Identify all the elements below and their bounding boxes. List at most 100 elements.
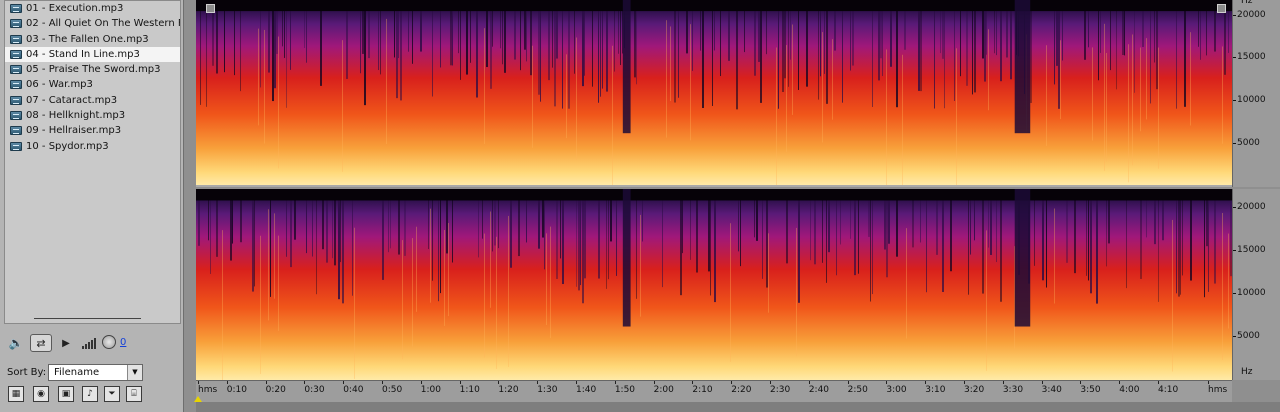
audio-file-icon: [10, 111, 22, 121]
time-tick: 1:20: [498, 381, 519, 395]
time-tick: 2:30: [770, 381, 791, 395]
audio-file-icon: [10, 4, 22, 13]
audio-file-icon: [10, 34, 22, 44]
hz-tick: 20000: [1233, 10, 1266, 20]
hz-tick: 15000: [1233, 52, 1266, 62]
audio-file-icon: [10, 19, 22, 29]
speaker-icon[interactable]: 🔈: [9, 336, 24, 350]
time-tick: 1:00: [420, 381, 442, 395]
time-tick: 3:30: [1002, 381, 1024, 395]
time-tick: 3:50: [1080, 381, 1101, 395]
film-icon[interactable]: ▣: [58, 386, 74, 402]
quiet-section: [622, 189, 631, 327]
file-name: 09 - Hellraiser.mp3: [26, 125, 122, 137]
time-tick: 0:10: [226, 381, 248, 395]
hz-unit-label: Hz: [1241, 0, 1253, 6]
time-tick: 1:50: [614, 381, 636, 395]
loop-button[interactable]: ⇄: [30, 334, 52, 352]
file-name: 04 - Stand In Line.mp3: [26, 48, 140, 60]
audio-file-icon: [10, 126, 22, 136]
time-tick: 1:10: [459, 381, 480, 395]
spectrogram-right-channel[interactable]: [196, 189, 1232, 380]
audio-file-icon: [10, 65, 22, 75]
time-tick: 3:00: [886, 381, 907, 395]
audio-file-icon: [10, 141, 22, 151]
volume-knob[interactable]: [102, 335, 116, 349]
volume-level-icon: [82, 336, 100, 350]
sort-select[interactable]: Filename ▼: [48, 364, 143, 381]
file-name: 06 - War.mp3: [26, 79, 93, 91]
time-unit-label: hms: [1208, 381, 1228, 395]
audio-file-icon: [10, 49, 22, 59]
file-name: 05 - Praise The Sword.mp3: [26, 64, 161, 76]
preview-player: 🔈 ⇄ ▶ 0: [4, 332, 181, 354]
time-tick: 0:50: [382, 381, 403, 395]
cassette-icon[interactable]: ⌸: [126, 386, 142, 402]
hz-tick: 10000: [1233, 95, 1266, 105]
file-name: 10 - Spydor.mp3: [26, 140, 109, 152]
time-tick: 2:50: [847, 381, 868, 395]
loop-icon: ⇄: [36, 336, 46, 350]
time-tick: 2:20: [731, 381, 752, 395]
file-list[interactable]: 01 - Execution.mp3 02 - All Quiet On The …: [4, 0, 181, 324]
file-list-item[interactable]: 03 - The Fallen One.mp3: [5, 32, 180, 47]
file-browser-panel: 01 - Execution.mp3 02 - All Quiet On The …: [0, 0, 184, 412]
hz-unit-label: Hz: [1241, 367, 1253, 377]
file-list-item[interactable]: 09 - Hellraiser.mp3: [5, 123, 180, 138]
file-list-item[interactable]: 07 - Cataract.mp3: [5, 93, 180, 108]
time-tick: 3:10: [925, 381, 946, 395]
record-icon[interactable]: ◉: [33, 386, 49, 402]
browser-toolbar: ▦ ◉ ▣ ♪ ⏷ ⌸: [4, 386, 181, 404]
file-list-item[interactable]: 01 - Execution.mp3: [5, 1, 180, 16]
time-tick: 4:00: [1119, 381, 1140, 395]
frequency-ruler-bottom[interactable]: 20000 15000 10000 5000 Hz: [1232, 189, 1280, 380]
file-name: 02 - All Quiet On The Western Front.mp3: [26, 18, 180, 30]
time-tick: 4:10: [1158, 381, 1179, 395]
zoom-corner-button[interactable]: [1217, 4, 1226, 13]
file-name: 07 - Cataract.mp3: [26, 94, 118, 106]
file-list-item[interactable]: 04 - Stand In Line.mp3: [5, 46, 180, 63]
zoom-corner-button[interactable]: [206, 4, 215, 13]
hz-tick: 15000: [1233, 245, 1266, 255]
time-tick: 1:30: [537, 381, 558, 395]
sort-label: Sort By:: [7, 367, 47, 378]
audio-file-icon: [10, 80, 22, 90]
file-list-item[interactable]: 10 - Spydor.mp3: [5, 139, 180, 154]
time-tick: 0:40: [343, 381, 364, 395]
time-ruler[interactable]: hms 0:10 0:20 0:30 0:40 0:50 1:00 1:10 1:20 1:30…: [196, 380, 1232, 402]
sort-row: Sort By: Filename ▼: [4, 364, 181, 382]
time-tick: 0:30: [304, 381, 325, 395]
waveform-icon[interactable]: ▦: [8, 386, 24, 402]
audio-file-icon: [10, 95, 22, 105]
file-name: 08 - Hellknight.mp3: [26, 110, 126, 122]
play-icon: ▶: [62, 337, 70, 349]
time-tick: 1:40: [576, 381, 597, 395]
file-list-item[interactable]: 05 - Praise The Sword.mp3: [5, 62, 180, 77]
file-name: 01 - Execution.mp3: [26, 3, 124, 14]
horizontal-scrollbar[interactable]: [196, 402, 1280, 412]
hz-tick: 10000: [1233, 288, 1266, 298]
time-tick: 2:00: [653, 381, 674, 395]
file-list-item[interactable]: 08 - Hellknight.mp3: [5, 108, 180, 123]
time-unit-label: hms: [198, 381, 218, 395]
chevron-down-icon[interactable]: ▼: [127, 365, 142, 380]
time-tick: 3:20: [964, 381, 985, 395]
time-tick: 3:40: [1041, 381, 1062, 395]
time-tick: 2:10: [692, 381, 713, 395]
file-list-item[interactable]: 06 - War.mp3: [5, 77, 180, 92]
file-list-item[interactable]: 02 - All Quiet On The Western Front.mp3: [5, 16, 180, 31]
filter-eye-icon[interactable]: ⏷: [104, 386, 120, 402]
quiet-section: [1014, 0, 1031, 134]
frequency-ruler-top[interactable]: Hz 20000 15000 10000 5000: [1232, 0, 1280, 187]
spectrogram-left-channel[interactable]: [196, 0, 1232, 187]
quiet-section: [1014, 189, 1031, 327]
hz-tick: 5000: [1233, 331, 1260, 341]
time-tick: 0:20: [265, 381, 286, 395]
volume-value[interactable]: 0: [120, 337, 126, 348]
play-button[interactable]: ▶: [60, 336, 72, 350]
list-resize-handle[interactable]: [4, 312, 181, 324]
spectral-view[interactable]: Hz 20000 15000 10000 5000 20000 15000 10…: [184, 0, 1280, 412]
music-note-icon[interactable]: ♪: [82, 386, 98, 402]
hz-tick: 20000: [1233, 202, 1266, 212]
time-tick: 2:40: [808, 381, 830, 395]
